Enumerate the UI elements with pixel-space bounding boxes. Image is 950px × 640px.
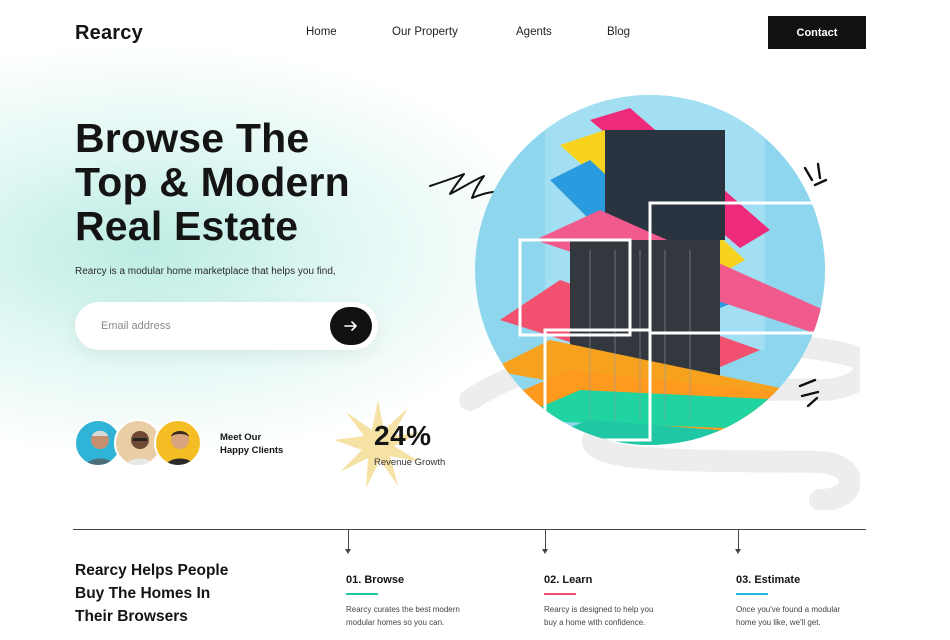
divider-tick	[345, 530, 351, 554]
hero-title: Browse The Top & Modern Real Estate	[75, 116, 435, 248]
arrow-right-icon	[344, 321, 357, 331]
step-accent-bar	[346, 593, 378, 595]
step-text-line: buy a home with confidence.	[544, 618, 646, 627]
features-title-line: Buy The Homes In	[75, 585, 211, 602]
divider-tick	[542, 530, 548, 554]
features-title-line: Their Browsers	[75, 608, 188, 625]
step-accent-bar	[544, 593, 576, 595]
step-text: Rearcy is designed to help you buy a hom…	[544, 603, 704, 629]
modular-building-image	[459, 95, 860, 510]
step-accent-bar	[736, 593, 768, 595]
hero-subtitle: Rearcy is a modular home marketplace tha…	[75, 266, 336, 277]
step-title: 01. Browse	[346, 574, 405, 586]
hero-title-line: Browse The	[75, 115, 310, 161]
hero-title-line: Real Estate	[75, 203, 299, 249]
nav-blog[interactable]: Blog	[607, 26, 630, 38]
features-title: Rearcy Helps People Buy The Homes In The…	[75, 559, 275, 628]
divider-tick	[735, 530, 741, 554]
revenue-label: Revenue Growth	[374, 457, 446, 468]
step-text-line: home you like, we'll get.	[736, 618, 821, 627]
hero-title-line: Top & Modern	[75, 159, 350, 205]
step-text-line: modular homes so you can.	[346, 618, 445, 627]
step-estimate: 03. Estimate Once you've found a modular…	[736, 574, 896, 629]
nav-agents[interactable]: Agents	[516, 26, 552, 38]
step-title: 02. Learn	[544, 574, 593, 586]
clients-label-line: Meet Our	[220, 432, 262, 443]
nav-home[interactable]: Home	[306, 26, 337, 38]
email-input[interactable]	[101, 316, 321, 336]
client-avatars	[74, 419, 214, 467]
step-learn: 02. Learn Rearcy is designed to help you…	[544, 574, 704, 629]
step-title: 03. Estimate	[736, 574, 801, 586]
nav-our-property[interactable]: Our Property	[392, 26, 458, 38]
step-text: Rearcy curates the best modern modular h…	[346, 603, 506, 629]
step-text-line: Rearcy curates the best modern	[346, 605, 460, 614]
brand-logo[interactable]: Rearcy	[75, 22, 143, 45]
step-text-line: Rearcy is designed to help you	[544, 605, 654, 614]
contact-button[interactable]: Contact	[768, 16, 866, 49]
revenue-value: 24%	[374, 420, 432, 451]
step-text-line: Once you've found a modular	[736, 605, 841, 614]
avatar	[154, 419, 202, 467]
clients-label-line: Happy Clients	[220, 445, 284, 456]
section-divider	[73, 529, 866, 530]
step-browse: 01. Browse Rearcy curates the best moder…	[346, 574, 506, 629]
step-text: Once you've found a modular home you lik…	[736, 603, 896, 629]
features-title-line: Rearcy Helps People	[75, 562, 229, 579]
submit-button[interactable]	[330, 307, 372, 345]
clients-label: Meet Our Happy Clients	[220, 431, 300, 457]
landing-page: Rearcy Home Our Property Agents Blog Con…	[0, 0, 950, 640]
email-signup	[75, 302, 378, 350]
